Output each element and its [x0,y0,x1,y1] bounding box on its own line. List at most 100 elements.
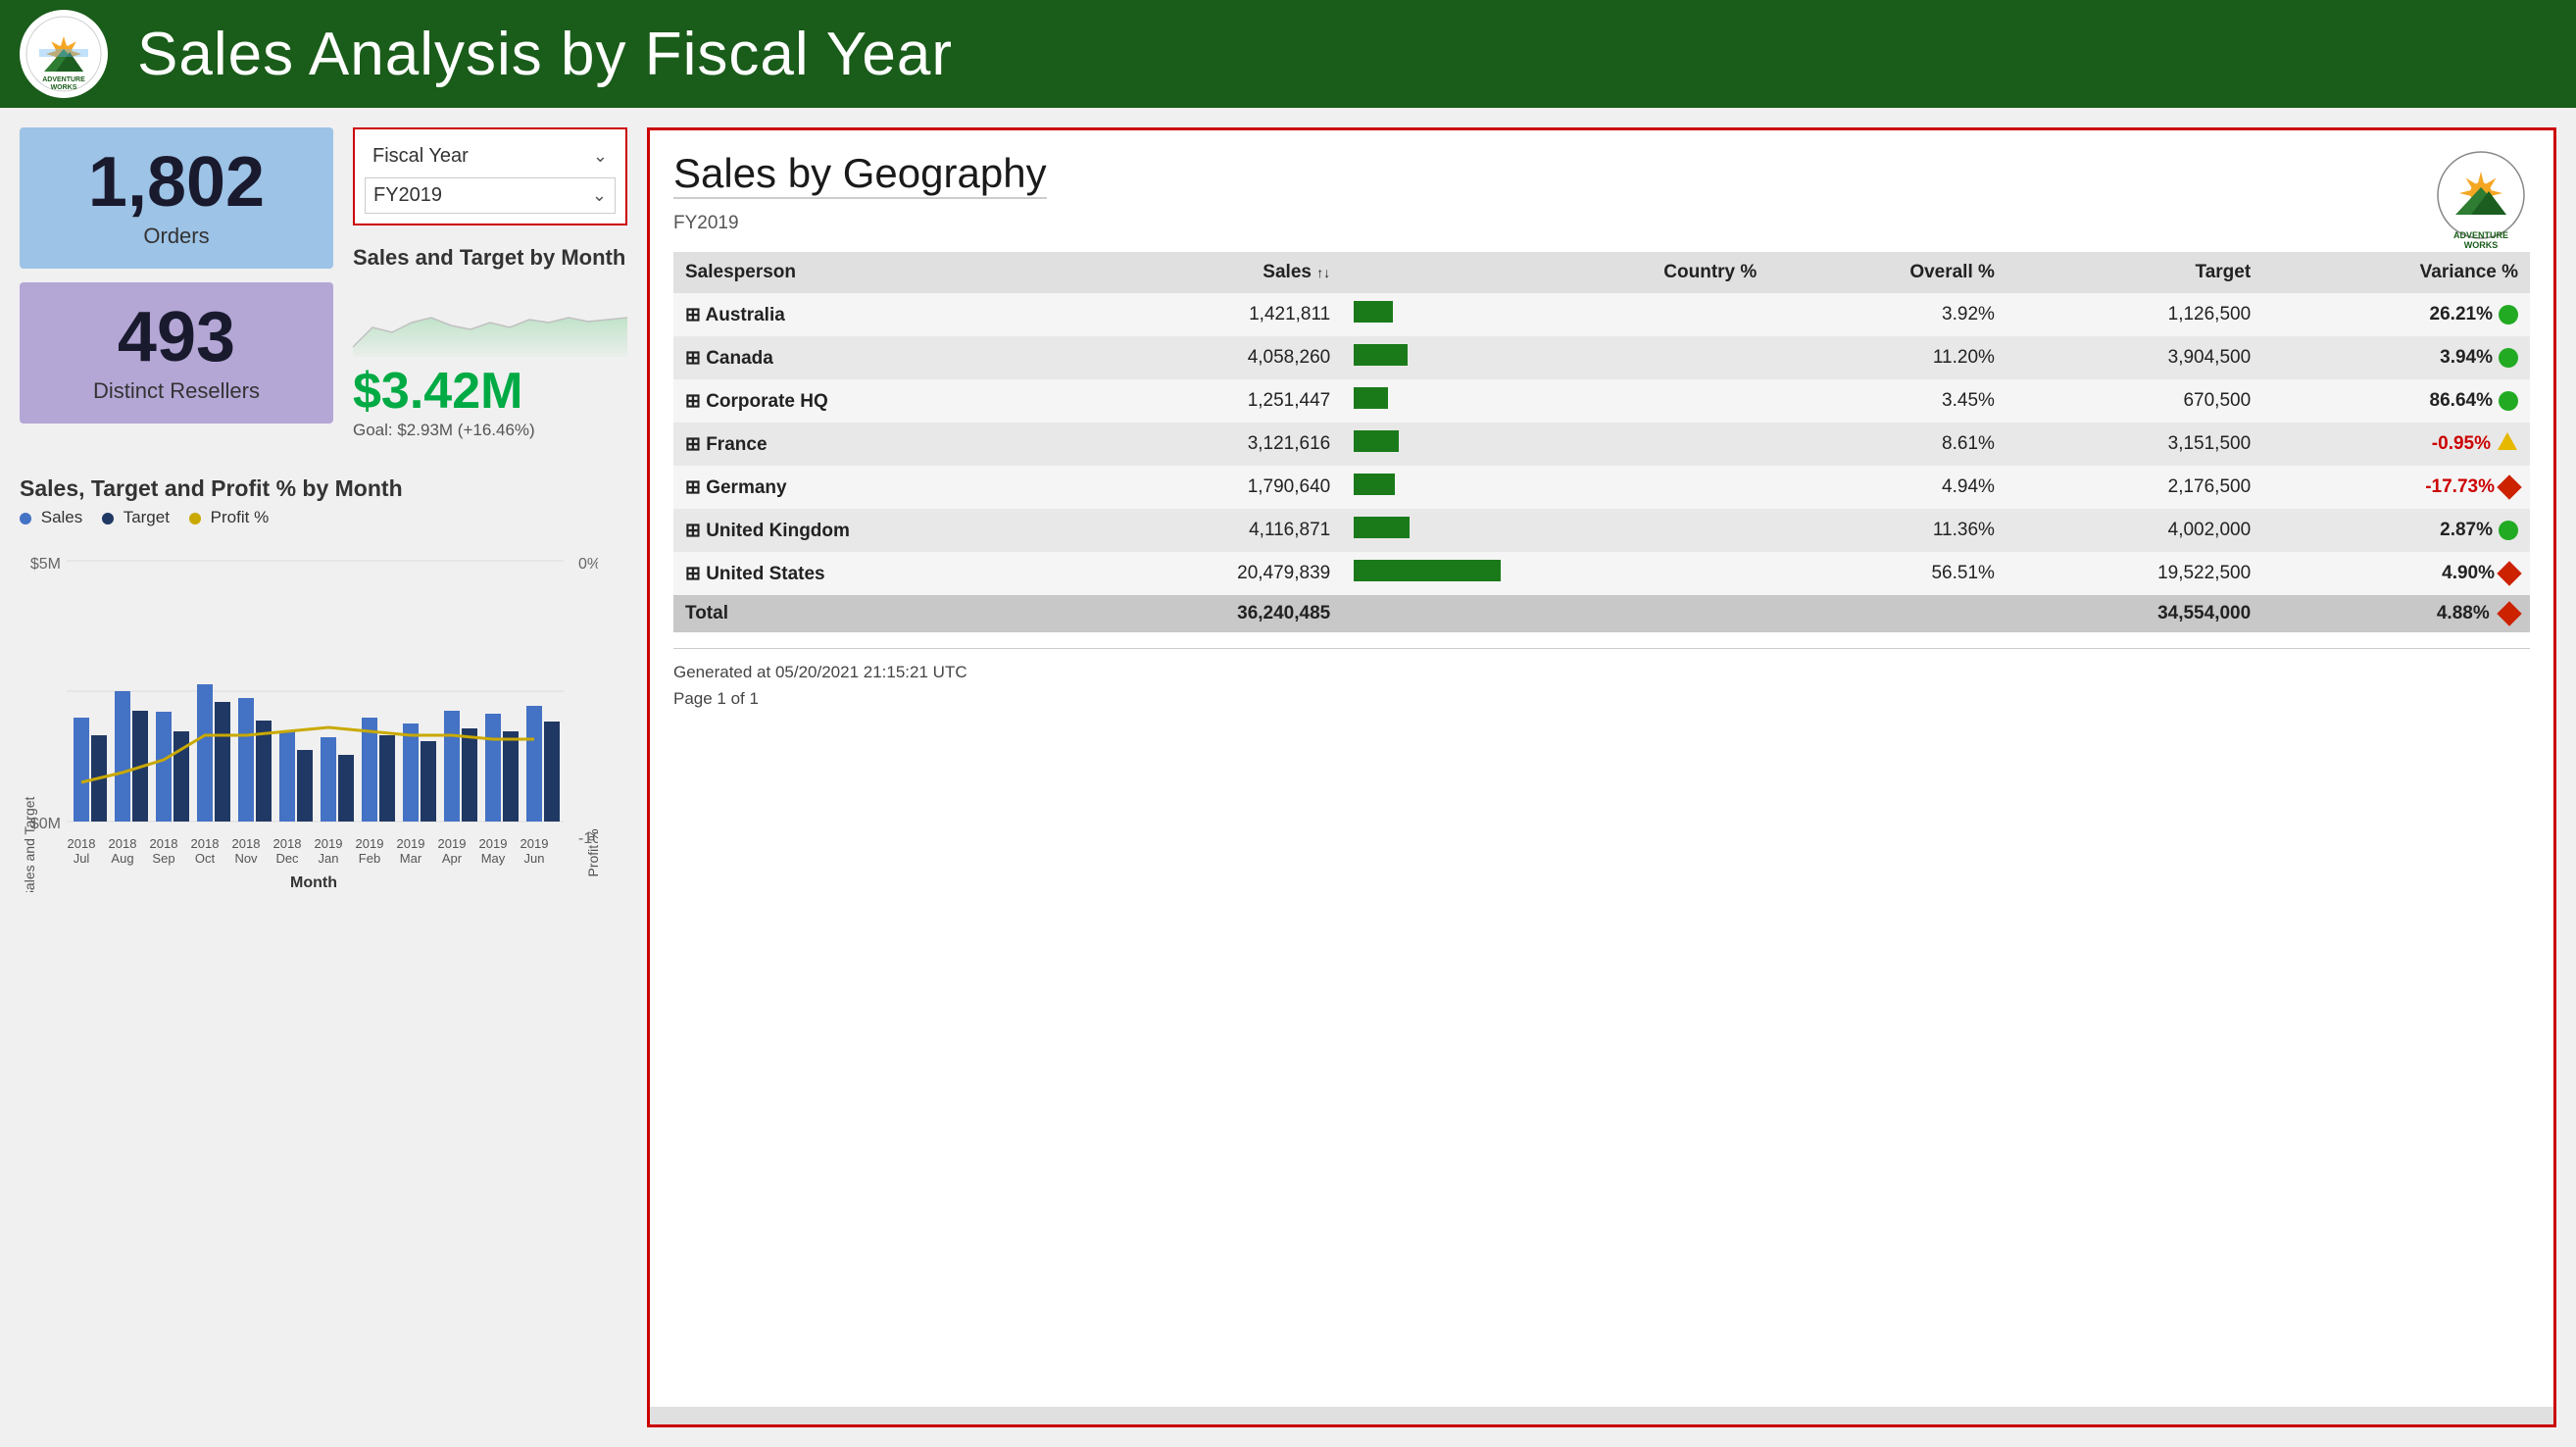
legend-profit: Profit % [189,508,269,527]
cell-sales: 4,116,871 [1086,509,1342,552]
svg-text:Profit %: Profit % [585,828,598,876]
svg-text:2019: 2019 [315,836,343,851]
cell-variance-pct: 4.90% [2262,552,2530,595]
sparkline-goal: Goal: $2.93M (+16.46%) [353,421,627,440]
bar-target-8 [379,735,395,822]
cell-bar [1342,423,1512,466]
svg-text:2018: 2018 [150,836,178,851]
total-bar [1342,595,1512,632]
cell-country-pct [1512,293,1768,336]
col-salesperson: Salesperson [673,252,1086,293]
cell-bar [1342,336,1512,379]
main-chart: $5M $0M 0% -10% [20,539,598,892]
total-row: Total 36,240,485 34,554,000 4.88% [673,595,2530,632]
cell-target: 4,002,000 [2006,509,2262,552]
horizontal-scrollbar[interactable] [650,1407,2553,1424]
svg-text:WORKS: WORKS [51,84,77,91]
geo-header: Sales by Geography FY2019 [673,150,2530,248]
total-variance: 4.88% [2262,595,2530,632]
cell-country-pct [1512,336,1768,379]
cell-variance-pct: 26.21% [2262,293,2530,336]
cell-country-pct [1512,423,1768,466]
cell-target: 670,500 [2006,379,2262,423]
geography-table: Salesperson Sales ↑↓ Country % Overall % [673,252,2530,632]
resellers-label: Distinct Resellers [49,378,304,404]
cell-overall-pct: 11.36% [1768,509,2006,552]
svg-text:Sep: Sep [152,851,174,866]
col-bar [1342,252,1512,293]
main-content: 1,802 Orders 493 Distinct Resellers Fisc… [0,108,2576,1447]
cell-sales: 20,479,839 [1086,552,1342,595]
cell-sales: 3,121,616 [1086,423,1342,466]
cell-salesperson: ⊞ Germany [673,466,1086,509]
bar-sales-11 [485,714,501,822]
table-header-row: Salesperson Sales ↑↓ Country % Overall % [673,252,2530,293]
bar-target-7 [338,755,354,822]
bar-sales-3 [156,712,172,822]
svg-text:WORKS: WORKS [2464,240,2499,248]
status-green-icon [2499,391,2518,411]
fiscal-year-dropdown[interactable]: Fiscal Year ⌄ FY2019 ⌄ [353,127,627,225]
cell-country-pct [1512,552,1768,595]
sales-dot [20,513,31,524]
bar-target-4 [215,702,230,822]
footer-line1: Generated at 05/20/2021 21:15:21 UTC [673,659,2530,685]
chart-legend: Sales Target Profit % [20,508,627,527]
svg-text:Sales and Target: Sales and Target [22,796,37,892]
cell-variance-pct: -0.95% [2262,423,2530,466]
cell-target: 19,522,500 [2006,552,2262,595]
svg-text:2019: 2019 [356,836,384,851]
col-country-pct: Country % [1512,252,1768,293]
geo-title: Sales by Geography [673,150,1047,197]
svg-text:2018: 2018 [109,836,137,851]
svg-text:Apr: Apr [442,851,463,866]
adventure-works-logo: ADVENTURE WORKS [25,15,103,93]
legend-sales: Sales [20,508,82,527]
geo-title-area: Sales by Geography FY2019 [673,150,1047,244]
cell-bar [1342,466,1512,509]
orders-kpi-card: 1,802 Orders [20,127,333,269]
svg-text:2018: 2018 [68,836,96,851]
cell-salesperson: ⊞ United States [673,552,1086,595]
cell-variance-pct: 2.87% [2262,509,2530,552]
col-variance-pct: Variance % [2262,252,2530,293]
profit-dot [189,513,201,524]
cell-sales: 1,421,811 [1086,293,1342,336]
right-panel: Sales by Geography FY2019 [647,127,2556,1427]
fiscal-year-label-row[interactable]: Fiscal Year ⌄ [365,139,616,174]
cell-bar [1342,552,1512,595]
resellers-kpi-card: 493 Distinct Resellers [20,282,333,424]
fiscal-year-selected[interactable]: FY2019 ⌄ [365,177,616,214]
col-target: Target [2006,252,2262,293]
col-sales[interactable]: Sales ↑↓ [1086,252,1342,293]
filter-sparkline-area: Fiscal Year ⌄ FY2019 ⌄ Sales and Target … [353,127,627,450]
geo-subtitle: FY2019 [673,213,1047,234]
cell-overall-pct: 8.61% [1768,423,2006,466]
table-row: ⊞ United States20,479,83956.51%19,522,50… [673,552,2530,595]
svg-text:May: May [481,851,506,866]
cell-target: 3,904,500 [2006,336,2262,379]
svg-text:2018: 2018 [191,836,220,851]
table-row: ⊞ Canada4,058,26011.20%3,904,5003.94% [673,336,2530,379]
col-overall-pct: Overall % [1768,252,2006,293]
table-row: ⊞ Australia1,421,8113.92%1,126,50026.21% [673,293,2530,336]
header: ADVENTURE WORKS Sales Analysis by Fiscal… [0,0,2576,108]
bar-sales-2 [115,691,130,822]
svg-text:Nov: Nov [234,851,258,866]
cell-salesperson: ⊞ Canada [673,336,1086,379]
svg-text:Jul: Jul [74,851,90,866]
svg-text:2019: 2019 [438,836,467,851]
cell-sales: 1,251,447 [1086,379,1342,423]
cell-country-pct [1512,466,1768,509]
cell-bar [1342,509,1512,552]
total-overall-pct [1768,595,2006,632]
bar-target-9 [421,741,436,822]
chart-title: Sales, Target and Profit % by Month [20,475,627,502]
status-green-icon [2499,521,2518,540]
status-red-diamond-icon [2497,561,2521,585]
cell-variance-pct: -17.73% [2262,466,2530,509]
cell-overall-pct: 3.45% [1768,379,2006,423]
svg-text:Feb: Feb [359,851,380,866]
cell-overall-pct: 3.92% [1768,293,2006,336]
status-red-diamond-icon [2497,474,2521,499]
